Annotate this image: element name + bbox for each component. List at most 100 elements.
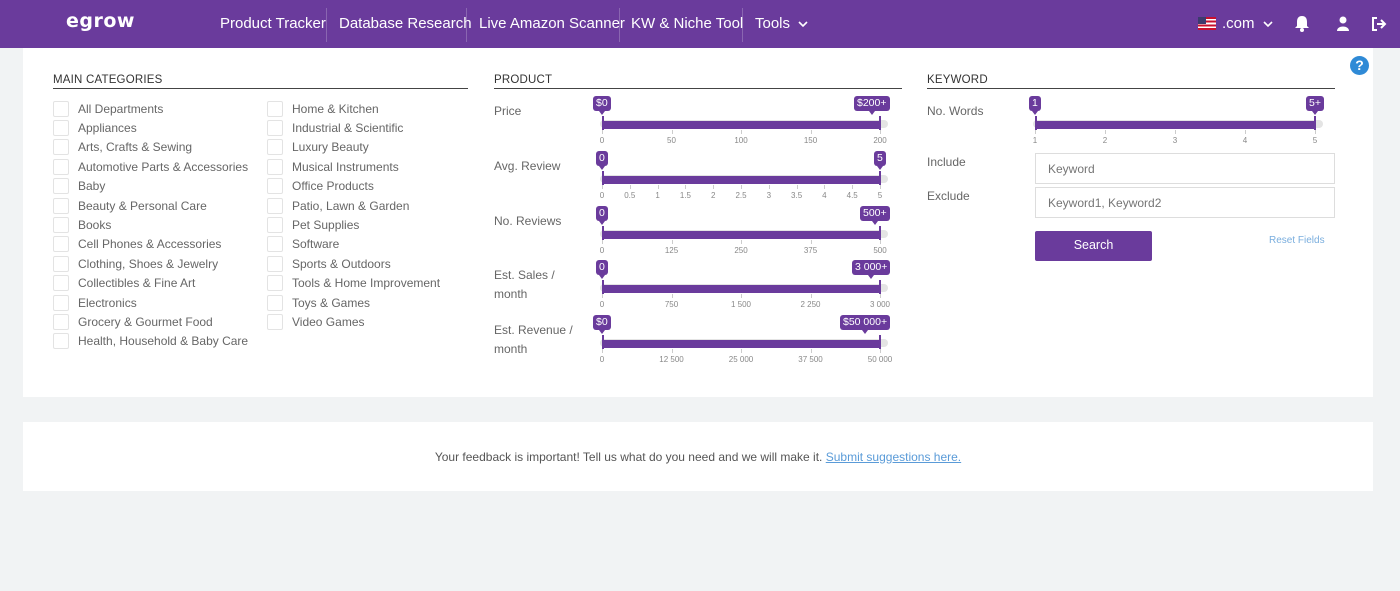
category-label: Luxury Beauty <box>292 140 369 155</box>
category-checkbox[interactable] <box>267 119 283 136</box>
top-navbar: egrow Product Tracker Database Research … <box>0 0 1400 48</box>
category-toys-and-games[interactable]: Toys & Games <box>267 294 370 311</box>
slider-max-handle[interactable] <box>879 170 881 185</box>
category-clothing-shoes-and-jewelry[interactable]: Clothing, Shoes & Jewelry <box>53 255 218 272</box>
slider-tick-label: 0 <box>599 300 605 310</box>
category-checkbox[interactable] <box>267 294 283 311</box>
category-checkbox[interactable] <box>267 236 283 253</box>
category-arts-crafts-and-sewing[interactable]: Arts, Crafts & Sewing <box>53 139 192 156</box>
slider-max-handle[interactable] <box>1314 116 1316 130</box>
slider-min-handle[interactable] <box>602 335 604 350</box>
slider-max-handle[interactable] <box>879 116 881 130</box>
exclude-keyword-input[interactable] <box>1035 187 1335 218</box>
slider-tick-label: 25 000 <box>728 355 754 365</box>
category-checkbox[interactable] <box>53 139 69 156</box>
slider-tick-label: 12 500 <box>659 355 684 365</box>
slider-tick-label: 0.5 <box>624 190 636 200</box>
category-books[interactable]: Books <box>53 216 111 233</box>
category-beauty-and-personal-care[interactable]: Beauty & Personal Care <box>53 197 207 214</box>
slider-max-value: 500+ <box>860 205 890 225</box>
slider-min-handle[interactable] <box>1035 116 1037 130</box>
category-video-games[interactable]: Video Games <box>267 313 365 330</box>
category-checkbox[interactable] <box>53 275 69 292</box>
slider-min-handle[interactable] <box>602 170 604 185</box>
category-checkbox[interactable] <box>53 294 69 311</box>
category-software[interactable]: Software <box>267 236 339 253</box>
feedback-text: Your feedback is important! Tell us what… <box>434 450 823 464</box>
slider-tick-label: 1 500 <box>730 300 752 310</box>
category-checkbox[interactable] <box>267 139 283 156</box>
category-home-and-kitchen[interactable]: Home & Kitchen <box>267 100 379 117</box>
submit-suggestions-link[interactable]: Submit suggestions here. <box>826 450 961 464</box>
category-label: Beauty & Personal Care <box>78 198 207 213</box>
category-checkbox[interactable] <box>53 119 69 136</box>
help-icon[interactable]: ? <box>1350 56 1369 75</box>
slider-tick-label: 3 <box>766 190 772 200</box>
category-checkbox[interactable] <box>53 158 69 175</box>
category-checkbox[interactable] <box>53 255 69 272</box>
category-checkbox[interactable] <box>53 178 69 195</box>
slider-max-handle[interactable] <box>879 225 881 240</box>
category-tools-and-home-improvement[interactable]: Tools & Home Improvement <box>267 275 440 292</box>
category-automotive-parts-and-accessories[interactable]: Automotive Parts & Accessories <box>53 158 248 175</box>
category-electronics[interactable]: Electronics <box>53 294 137 311</box>
slider-max-handle[interactable] <box>879 280 881 295</box>
slider-min-value: 0 <box>596 260 608 280</box>
nav-live-amazon-scanner[interactable]: Live Amazon Scanner <box>479 0 625 48</box>
category-checkbox[interactable] <box>53 100 69 117</box>
category-office-products[interactable]: Office Products <box>267 178 374 195</box>
category-checkbox[interactable] <box>53 236 69 253</box>
category-industrial-and-scientific[interactable]: Industrial & Scientific <box>267 119 403 136</box>
category-checkbox[interactable] <box>267 158 283 175</box>
category-checkbox[interactable] <box>53 216 69 233</box>
bell-icon[interactable] <box>1292 13 1312 35</box>
slider-min-handle[interactable] <box>602 280 604 295</box>
category-label: Books <box>78 217 112 232</box>
category-luxury-beauty[interactable]: Luxury Beauty <box>267 139 369 156</box>
category-appliances[interactable]: Appliances <box>53 119 137 136</box>
search-button[interactable]: Search <box>1035 231 1152 261</box>
slider-tick <box>1245 130 1246 134</box>
category-all-departments[interactable]: All Departments <box>53 100 163 117</box>
category-baby[interactable]: Baby <box>53 178 105 195</box>
category-checkbox[interactable] <box>267 255 283 272</box>
category-patio-lawn-and-garden[interactable]: Patio, Lawn & Garden <box>267 197 409 214</box>
category-grocery-and-gourmet-food[interactable]: Grocery & Gourmet Food <box>53 313 213 330</box>
include-keyword-input[interactable] <box>1035 153 1335 184</box>
nav-separator <box>326 8 327 42</box>
category-pet-supplies[interactable]: Pet Supplies <box>267 216 359 233</box>
user-icon[interactable] <box>1333 13 1353 35</box>
slider-tick-label: 1 <box>655 190 660 200</box>
slider-min-handle[interactable] <box>602 225 604 240</box>
slider-tick <box>741 349 742 354</box>
category-checkbox[interactable] <box>53 313 69 330</box>
category-checkbox[interactable] <box>267 197 283 214</box>
category-musical-instruments[interactable]: Musical Instruments <box>267 158 399 175</box>
category-checkbox[interactable] <box>267 100 283 117</box>
category-collectibles-and-fine-art[interactable]: Collectibles & Fine Art <box>53 275 195 292</box>
logout-icon[interactable] <box>1369 13 1389 35</box>
category-health-household-and-baby-care[interactable]: Health, Household & Baby Care <box>53 333 248 350</box>
nav-kw-niche-tool[interactable]: KW & Niche Tool <box>631 0 743 48</box>
slider-max-value: $200+ <box>854 96 890 115</box>
slider-max-value: $50 000+ <box>840 315 891 335</box>
marketplace-selector[interactable]: .com <box>1222 0 1273 48</box>
slider-min-handle[interactable] <box>602 116 604 130</box>
slider-max-handle[interactable] <box>879 335 881 350</box>
slider-tick-label: 3 <box>1172 136 1178 145</box>
category-checkbox[interactable] <box>267 216 283 233</box>
nav-database-research[interactable]: Database Research <box>339 0 472 48</box>
us-flag-icon[interactable] <box>1198 17 1216 30</box>
nav-product-tracker[interactable]: Product Tracker <box>220 0 326 48</box>
category-cell-phones-and-accessories[interactable]: Cell Phones & Accessories <box>53 236 221 253</box>
category-checkbox[interactable] <box>53 333 69 350</box>
category-checkbox[interactable] <box>53 197 69 214</box>
category-sports-and-outdoors[interactable]: Sports & Outdoors <box>267 255 391 272</box>
reset-fields-link[interactable]: Reset Fields <box>1269 235 1325 246</box>
category-checkbox[interactable] <box>267 275 283 292</box>
category-checkbox[interactable] <box>267 313 283 330</box>
nav-tools-menu[interactable]: Tools <box>755 0 808 48</box>
logo[interactable]: egrow <box>66 10 135 32</box>
category-label: Cell Phones & Accessories <box>78 237 222 252</box>
category-checkbox[interactable] <box>267 178 283 195</box>
